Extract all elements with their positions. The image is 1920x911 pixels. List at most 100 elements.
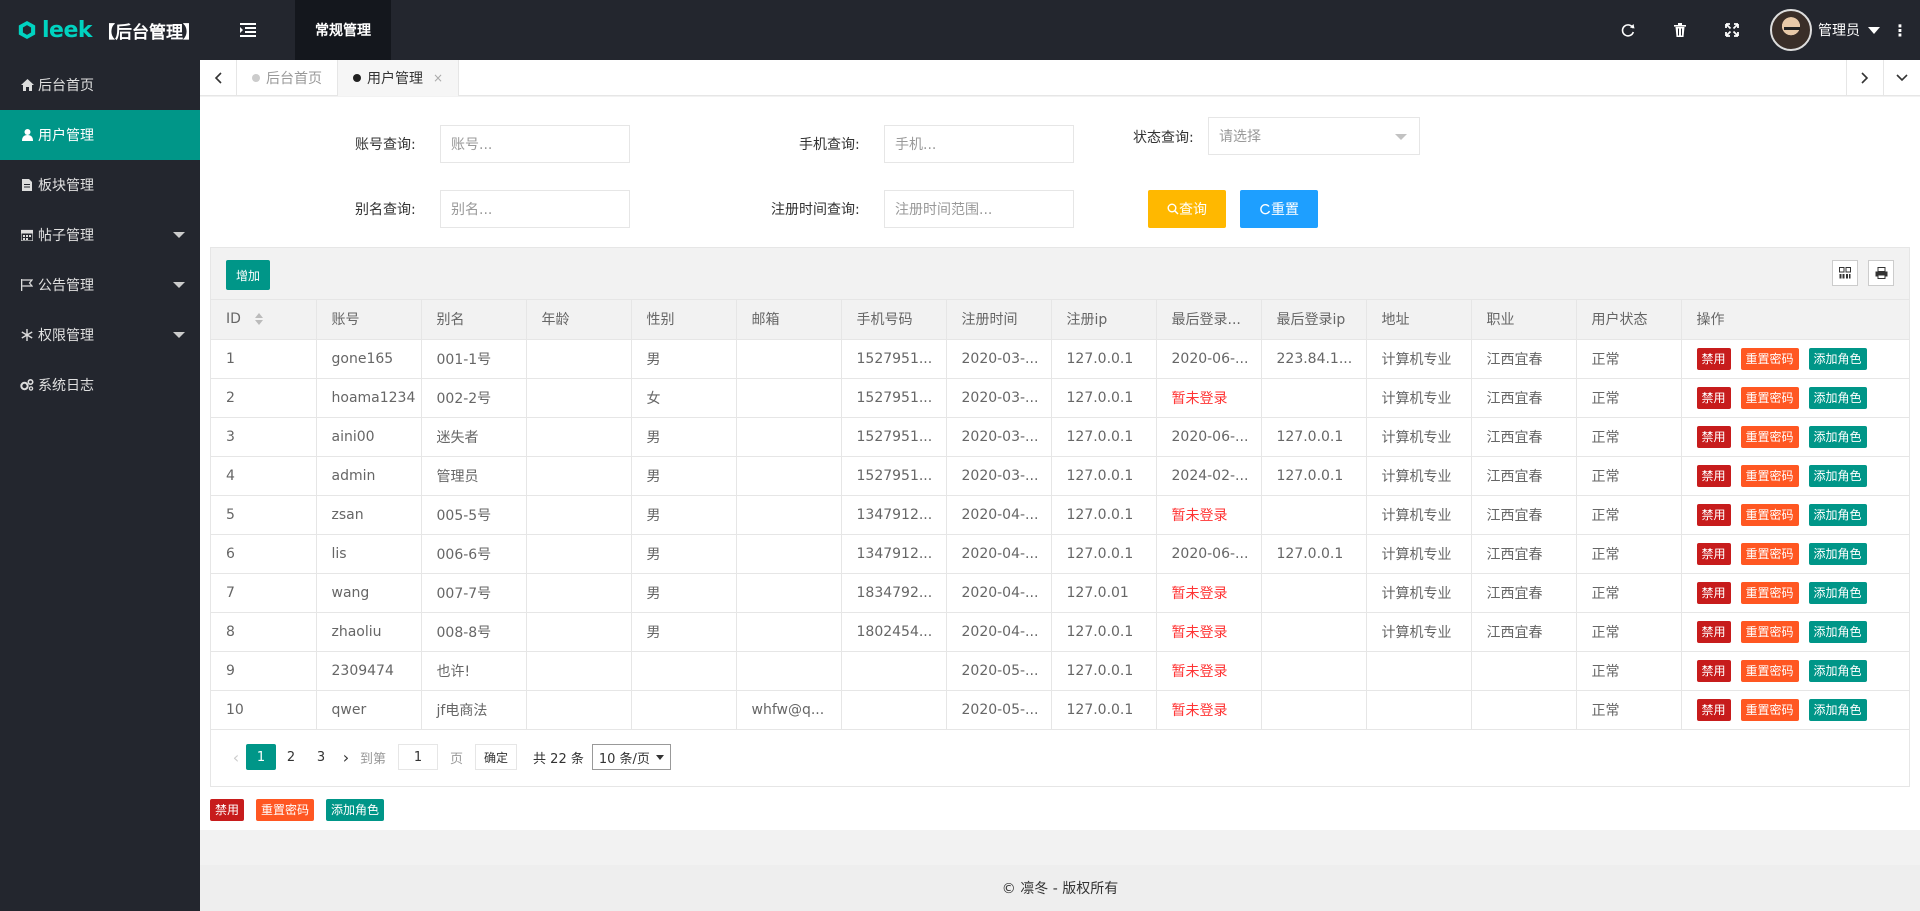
- add-role-button[interactable]: 添加角色: [1808, 698, 1867, 721]
- reset-password-button[interactable]: 重置密码: [1740, 464, 1799, 487]
- reset-password-button[interactable]: 重置密码: [1740, 581, 1799, 604]
- regtime-range-input[interactable]: 注册时间范围...: [884, 190, 1074, 228]
- tab-options-button[interactable]: [1883, 60, 1920, 96]
- tab-user-management[interactable]: 用户管理 ×: [338, 59, 460, 96]
- query-button[interactable]: 查询: [1148, 190, 1226, 228]
- add-role-button[interactable]: 添加角色: [1808, 659, 1867, 682]
- ban-button[interactable]: 禁用: [1696, 620, 1731, 643]
- tab-scroll-right-button[interactable]: [1846, 60, 1883, 96]
- cell-reg-ip: 127.0.0.1: [1051, 417, 1157, 457]
- cell-status: 正常: [1576, 573, 1682, 613]
- ban-button[interactable]: 禁用: [1696, 425, 1731, 448]
- reset-button[interactable]: 重置: [1240, 190, 1318, 228]
- sidebar-item-label: 帖子管理: [38, 228, 94, 244]
- tab-home[interactable]: 后台首页: [237, 59, 338, 96]
- next-page-button[interactable]: ›: [336, 748, 356, 767]
- column-header-id[interactable]: ID: [211, 300, 317, 340]
- add-role-button[interactable]: 添加角色: [1808, 581, 1867, 604]
- status-select[interactable]: 请选择: [1208, 117, 1420, 155]
- reset-password-button[interactable]: 重置密码: [1740, 425, 1799, 448]
- cell-gender: 男: [631, 339, 737, 379]
- cell-reg-ip: 127.0.0.1: [1051, 612, 1157, 652]
- reset-password-button[interactable]: 重置密码: [1740, 542, 1799, 565]
- reset-password-button[interactable]: 重置密码: [1740, 503, 1799, 526]
- page-button-3[interactable]: 3: [306, 744, 336, 770]
- fullscreen-button[interactable]: [1706, 0, 1758, 60]
- chevron-down-icon: [1868, 26, 1880, 34]
- add-role-button[interactable]: 添加角色: [1808, 542, 1867, 565]
- table-row: 3 aini00 迷失者男 1527951... 2020-03-... 127.0.0.…: [211, 417, 1910, 457]
- refresh-button[interactable]: [1602, 0, 1654, 60]
- snowflake-icon: [20, 328, 34, 342]
- cell-reg-time: 2020-04-...: [946, 612, 1052, 652]
- sidebar-item-announcements[interactable]: 公告管理: [0, 260, 200, 310]
- cell-email: [736, 378, 842, 418]
- cell-gender: 男: [631, 417, 737, 457]
- reset-password-button[interactable]: 重置密码: [1740, 386, 1799, 409]
- close-icon[interactable]: ×: [433, 71, 443, 85]
- ban-button[interactable]: 禁用: [1696, 659, 1731, 682]
- reset-password-button[interactable]: 重置密码: [1740, 659, 1799, 682]
- ban-button[interactable]: 禁用: [1696, 386, 1731, 409]
- cell-actions: 禁用 重置密码 添加角色: [1681, 339, 1910, 379]
- ban-button[interactable]: 禁用: [1696, 464, 1731, 487]
- add-role-button[interactable]: 添加角色: [326, 799, 385, 821]
- sidebar-item-system-log[interactable]: 系统日志: [0, 360, 200, 410]
- add-role-button[interactable]: 添加角色: [1808, 464, 1867, 487]
- add-role-button[interactable]: 添加角色: [1808, 620, 1867, 643]
- add-role-button[interactable]: 添加角色: [1808, 425, 1867, 448]
- cell-actions: 禁用 重置密码 添加角色: [1681, 495, 1910, 535]
- reset-password-button[interactable]: 重置密码: [1740, 347, 1799, 370]
- more-options-button[interactable]: ⋮: [1880, 21, 1920, 40]
- cell-phone: 1347912...: [841, 534, 947, 574]
- user-menu[interactable]: 管理员: [1770, 9, 1880, 51]
- grid-icon: [1839, 267, 1851, 279]
- cell-id: 10: [211, 690, 317, 730]
- cell-account: admin: [316, 456, 422, 496]
- columns-filter-button[interactable]: [1832, 260, 1858, 286]
- reset-password-button[interactable]: 重置密码: [1740, 620, 1799, 643]
- reset-password-button[interactable]: 重置密码: [256, 799, 315, 821]
- menu-toggle-button[interactable]: [200, 0, 295, 60]
- print-button[interactable]: [1868, 260, 1894, 286]
- add-role-button[interactable]: 添加角色: [1808, 503, 1867, 526]
- page-button-2[interactable]: 2: [276, 744, 306, 770]
- page-size-select[interactable]: 10 条/页: [591, 744, 671, 770]
- brand-name: leek: [41, 17, 93, 43]
- logo[interactable]: leek 【后台管理】: [0, 0, 200, 60]
- cell-status: 正常: [1576, 417, 1682, 457]
- ban-button[interactable]: 禁用: [1696, 581, 1731, 604]
- sidebar-item-permissions[interactable]: 权限管理: [0, 310, 200, 360]
- alias-search-input[interactable]: 别名...: [440, 190, 630, 228]
- phone-search-input[interactable]: 手机...: [884, 125, 1074, 163]
- sidebar-item-users[interactable]: 用户管理: [0, 110, 200, 160]
- cell-phone: 1802454...: [841, 612, 947, 652]
- goto-confirm-button[interactable]: 确定: [475, 744, 518, 770]
- sidebar-item-posts[interactable]: 帖子管理: [0, 210, 200, 260]
- ban-button[interactable]: 禁用: [1696, 542, 1731, 565]
- cell-address: [1366, 690, 1472, 730]
- add-role-button[interactable]: 添加角色: [1808, 386, 1867, 409]
- cell-reg-time: 2020-05-...: [946, 690, 1052, 730]
- sidebar-item-home[interactable]: 后台首页: [0, 60, 200, 110]
- ban-button[interactable]: 禁用: [1696, 347, 1731, 370]
- ban-button[interactable]: 禁用: [1696, 503, 1731, 526]
- prev-page-button[interactable]: ‹: [226, 748, 246, 767]
- sidebar-item-boards[interactable]: 板块管理: [0, 160, 200, 210]
- clear-cache-button[interactable]: [1654, 0, 1706, 60]
- tab-scroll-left-button[interactable]: [200, 59, 237, 96]
- page-button-1[interactable]: 1: [246, 744, 276, 770]
- add-role-button[interactable]: 添加角色: [1808, 347, 1867, 370]
- cell-reg-ip: 127.0.01: [1051, 573, 1157, 613]
- ban-button[interactable]: 禁用: [1696, 698, 1731, 721]
- nav-general-management[interactable]: 常规管理: [295, 0, 391, 60]
- cell-age: [526, 612, 632, 652]
- account-search-input[interactable]: 账号...: [440, 125, 630, 163]
- reset-password-button[interactable]: 重置密码: [1740, 698, 1799, 721]
- cell-reg-ip: 127.0.0.1: [1051, 651, 1157, 691]
- goto-page-input[interactable]: 1: [398, 744, 439, 770]
- flag-icon: [20, 278, 34, 292]
- add-user-button[interactable]: 增加: [226, 260, 271, 290]
- ban-button[interactable]: 禁用: [210, 799, 245, 821]
- sort-icon[interactable]: [255, 313, 264, 326]
